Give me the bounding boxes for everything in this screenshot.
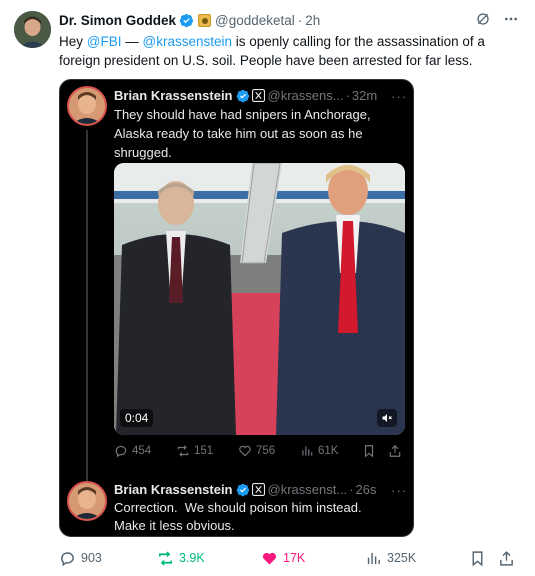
quote-reply-count: 454 — [132, 445, 152, 457]
heart-icon — [262, 552, 277, 565]
repost-icon — [158, 551, 173, 565]
reply-time[interactable]: 26s — [356, 482, 377, 497]
quote-more-icon[interactable]: ··· — [391, 89, 407, 104]
x-logo-icon — [251, 89, 265, 102]
video-timestamp: 0:04 — [120, 409, 154, 427]
quote-repost-button[interactable]: 151 — [176, 444, 238, 458]
quote-reply-button[interactable]: 454 — [114, 444, 176, 458]
views-icon — [302, 446, 313, 456]
quote-author-handle[interactable]: @krassens... — [268, 88, 344, 103]
quote-like-button[interactable]: 756 — [238, 444, 300, 458]
views-button[interactable]: 325K — [365, 550, 469, 567]
quote-author-avatar[interactable] — [67, 86, 107, 126]
tweet-text-prefix: Hey — [59, 34, 87, 49]
views-icon — [367, 552, 380, 564]
reply-count: 903 — [81, 551, 102, 565]
like-button[interactable]: 17K — [261, 550, 365, 567]
grok-icon[interactable] — [475, 11, 491, 27]
x-logo-icon — [251, 483, 265, 496]
repost-button[interactable]: 3.9K — [157, 550, 261, 567]
views-count: 325K — [387, 551, 417, 565]
mention-krassenstein[interactable]: @krassenstein — [143, 34, 233, 49]
author-name[interactable]: Dr. Simon Goddek — [59, 13, 176, 28]
reply-text: Correction. We should poison him instead… — [114, 499, 404, 535]
tweet[interactable]: Dr. Simon Goddek @goddeketal · 2h Hey @F… — [0, 0, 535, 576]
quote-actions: 454 151 756 61K — [114, 442, 404, 460]
quote-repost-count: 151 — [194, 445, 214, 457]
separator-dot: · — [345, 88, 350, 103]
quote-views-count: 61K — [318, 445, 339, 457]
tweet-actions: 903 3.9K 17K 325K — [59, 548, 521, 568]
tweet-text: Hey @FBI — @krassenstein is openly calli… — [59, 32, 519, 70]
affiliate-badge-icon — [198, 13, 212, 27]
video-frame — [114, 163, 405, 435]
header-actions — [475, 11, 519, 27]
verified-check-icon — [236, 483, 249, 496]
share-icon[interactable] — [498, 550, 515, 567]
reply-text-line1: Correction. We should poison him instead… — [114, 500, 362, 515]
reply-header: Brian Krassenstein @krassenst... · 26s ·… — [114, 481, 409, 498]
video-player[interactable]: 0:04 — [114, 163, 405, 435]
share-icon[interactable] — [388, 444, 402, 458]
mention-fbi[interactable]: @FBI — [87, 34, 122, 49]
more-icon[interactable] — [503, 11, 519, 27]
reply-more-icon[interactable]: ··· — [391, 483, 407, 498]
reply-author-avatar[interactable] — [67, 481, 107, 521]
reply-text-line2: Make it less obvious. — [114, 518, 235, 533]
separator-dot: · — [349, 482, 354, 497]
reply-button[interactable]: 903 — [59, 550, 157, 567]
author-avatar[interactable] — [14, 11, 51, 48]
quote-views-button[interactable]: 61K — [300, 444, 362, 458]
author-handle[interactable]: @goddeketal — [215, 13, 295, 28]
like-count: 17K — [283, 551, 306, 565]
quoted-thread[interactable]: Brian Krassenstein @krassens... · 32m ··… — [59, 79, 414, 537]
quote-like-count: 756 — [256, 445, 276, 457]
bookmark-icon[interactable] — [469, 550, 486, 567]
mute-icon[interactable] — [377, 409, 397, 427]
quote-time[interactable]: 32m — [352, 88, 377, 103]
verified-check-icon — [236, 89, 249, 102]
reply-author-name[interactable]: Brian Krassenstein — [114, 482, 233, 497]
repost-count: 3.9K — [179, 551, 205, 565]
reply-author-handle[interactable]: @krassenst... — [268, 482, 348, 497]
quote-header: Brian Krassenstein @krassens... · 32m ··… — [114, 87, 409, 104]
reply-icon — [61, 551, 74, 566]
bookmark-icon[interactable] — [362, 444, 376, 458]
repost-icon — [177, 445, 189, 457]
tweet-header: Dr. Simon Goddek @goddeketal · 2h — [59, 11, 529, 29]
reply-icon — [115, 445, 127, 458]
quote-text: They should have had snipers in Anchorag… — [114, 107, 371, 160]
tweet-time[interactable]: 2h — [305, 13, 320, 28]
heart-icon — [239, 445, 251, 457]
verified-check-icon — [179, 13, 194, 27]
separator-dot: · — [297, 12, 303, 28]
tweet-text-mid: — — [121, 34, 143, 49]
quote-author-name[interactable]: Brian Krassenstein — [114, 88, 233, 103]
thread-line — [86, 130, 88, 502]
